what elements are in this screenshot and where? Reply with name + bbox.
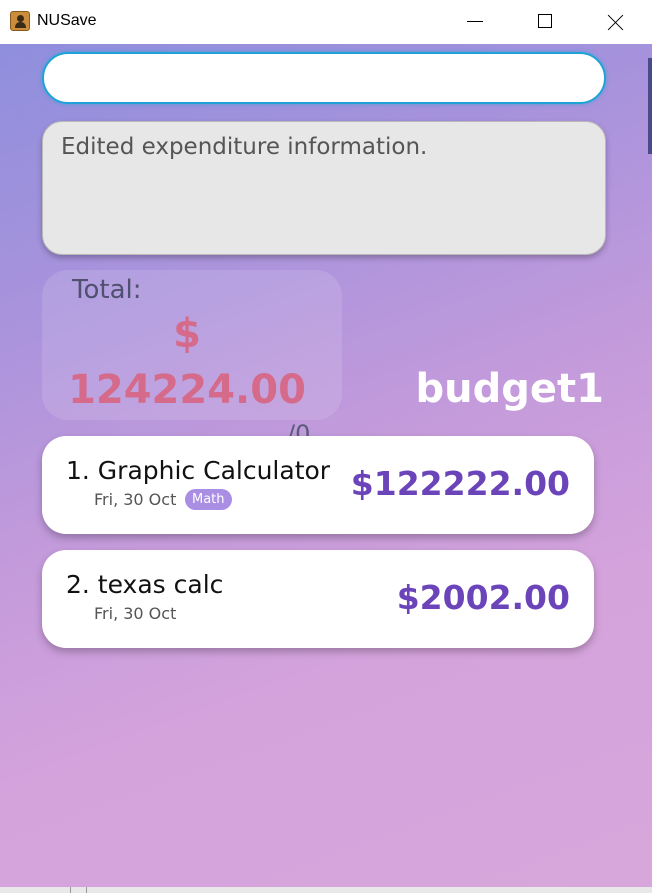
total-amount: $ 124224.00 [42,306,332,418]
command-input[interactable] [42,52,606,104]
expenditure-date: Fri, 30 Oct [94,490,177,509]
currency-symbol: $ [173,311,201,357]
total-card: Total: $ 124224.00 [42,270,342,420]
close-button[interactable] [592,0,638,44]
maximize-button[interactable] [522,0,568,44]
main-content: Edited expenditure information. Total: $… [0,44,652,893]
window-title: NUSave [37,12,97,29]
address-book-icon [10,11,30,31]
minimize-icon [467,21,483,22]
total-value: 124224.00 [68,367,306,413]
budget-name: budget1 [415,366,604,412]
expenditure-name: 1. Graphic Calculator [66,456,331,485]
expenditure-card[interactable]: 2. texas calc Fri, 30 Oct $2002.00 [42,550,594,648]
expenditure-date: Fri, 30 Oct [94,604,177,623]
scrollbar[interactable] [648,58,652,154]
total-label: Total: [72,275,142,305]
maximize-icon [538,14,552,28]
title-bar: NUSave [0,0,652,44]
result-display: Edited expenditure information. [42,121,606,255]
expenditure-name: 2. texas calc [66,570,224,599]
expenditure-amount: $2002.00 [396,578,570,617]
result-text: Edited expenditure information. [61,134,428,160]
close-icon [608,14,624,30]
expenditure-tag: Math [185,489,232,510]
minimize-button[interactable] [452,0,498,44]
expenditure-card[interactable]: 1. Graphic Calculator Fri, 30 Oct Math $… [42,436,594,534]
bottom-edge [0,887,652,893]
expenditure-amount: $122222.00 [350,464,570,503]
